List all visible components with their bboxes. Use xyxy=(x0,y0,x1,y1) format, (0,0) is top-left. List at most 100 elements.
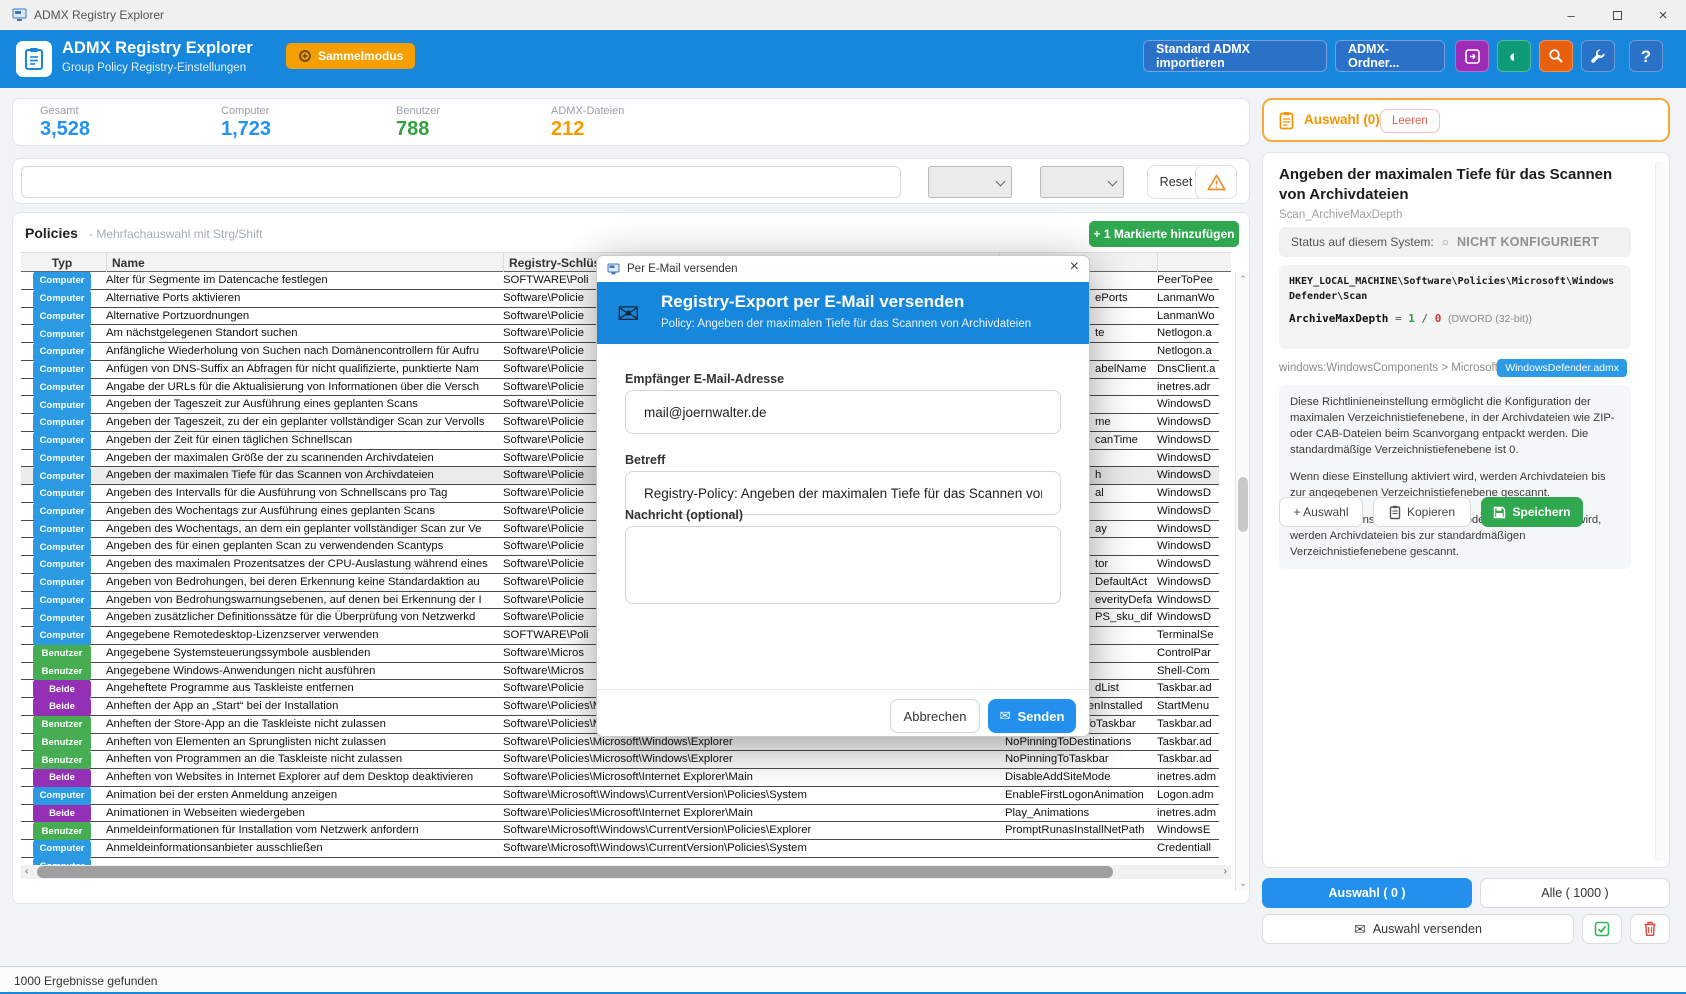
admx-file-cell: Taskbar.ad xyxy=(1157,680,1219,698)
stat-value: 3,528 xyxy=(40,118,90,141)
select-all-checkbox-button[interactable] xyxy=(1582,914,1622,944)
send-button[interactable]: ✉ Senden xyxy=(988,699,1076,733)
defender-button[interactable]: ◐ xyxy=(1497,40,1531,72)
column-header-typ[interactable]: Typ xyxy=(21,253,103,273)
clipboard-icon xyxy=(1279,111,1294,130)
table-row[interactable]: Beide Anheften von Websites in Internet … xyxy=(21,769,1219,787)
policy-name-cell: Alternative Portzuordnungen xyxy=(106,308,504,326)
save-button[interactable]: Speichern xyxy=(1481,497,1583,527)
modal-subtitle: Policy: Angeben der maximalen Tiefe für … xyxy=(661,318,1031,330)
send-selection-button[interactable]: ✉ Auswahl versenden xyxy=(1262,914,1574,944)
policy-name-cell: Angeben des für einen geplanten Scan zu … xyxy=(106,538,504,556)
stat-label: Benutzer xyxy=(396,105,440,117)
help-button[interactable]: ? xyxy=(1629,40,1663,72)
type-badge: Computer xyxy=(33,592,91,610)
policy-name-cell: Angeben der Tageszeit zur Ausführung ein… xyxy=(106,396,504,414)
type-badge: Beide xyxy=(33,805,91,823)
admx-file-cell: Shell-Com xyxy=(1157,663,1219,681)
filter-dropdown-1[interactable] xyxy=(928,166,1012,198)
column-header-admx[interactable] xyxy=(1157,253,1219,273)
selection-tab-button[interactable]: Auswahl ( 0 ) xyxy=(1262,878,1472,908)
add-to-selection-button[interactable]: + Auswahl xyxy=(1279,497,1363,527)
scroll-down-icon[interactable]: ⌄ xyxy=(1236,878,1250,889)
value-name: ArchiveMaxDepth xyxy=(1289,312,1388,325)
cancel-button[interactable]: Abbrechen xyxy=(890,699,980,733)
policy-name-cell: Angeben des maximalen Prozentsatzes der … xyxy=(106,556,504,574)
table-horizontal-scrollbar[interactable]: ‹ › xyxy=(21,865,1231,879)
modal-close-button[interactable]: × xyxy=(1070,258,1079,276)
admx-folder-button[interactable]: ADMX-Ordner... xyxy=(1335,40,1445,72)
policy-type-cell: Benutzer xyxy=(21,663,103,681)
scroll-up-icon[interactable]: ⌃ xyxy=(1236,274,1250,285)
minimize-button[interactable]: – xyxy=(1548,0,1594,30)
registry-key-cell: Software\Policies\Microsoft\Windows\Expl… xyxy=(503,751,995,769)
os-titlebar: ADMX Registry Explorer – × xyxy=(0,0,1686,30)
scroll-right-icon[interactable]: › xyxy=(1224,865,1227,879)
email-modal: Per E-Mail versenden × ✉ Registry-Export… xyxy=(596,255,1090,737)
horizontal-scroll-thumb[interactable] xyxy=(37,866,1113,878)
warning-button[interactable] xyxy=(1195,165,1237,199)
table-row[interactable]: Benutzer Anheften von Programmen an die … xyxy=(21,751,1219,769)
delete-selection-button[interactable] xyxy=(1630,914,1670,944)
admx-file-cell: WindowsD xyxy=(1157,574,1219,592)
all-tab-button[interactable]: Alle ( 1000 ) xyxy=(1480,878,1670,908)
type-badge: Benutzer xyxy=(33,751,91,769)
table-row[interactable]: Computer Animation bei der ersten Anmeld… xyxy=(21,787,1219,805)
table-row[interactable]: Beide Animationen in Webseiten wiedergeb… xyxy=(21,805,1219,823)
results-count: 1000 Ergebnisse gefunden xyxy=(14,974,157,988)
policy-name-cell: Anmeldeinformationen für Installation vo… xyxy=(106,822,504,840)
copy-label: Kopieren xyxy=(1407,505,1455,519)
scan-search-button[interactable] xyxy=(1539,40,1573,72)
type-badge: Computer xyxy=(33,396,91,414)
scroll-left-icon[interactable]: ‹ xyxy=(25,865,28,879)
type-badge: Computer xyxy=(33,290,91,308)
admx-file-badge[interactable]: WindowsDefender.admx xyxy=(1497,359,1627,377)
filter-dropdown-2[interactable] xyxy=(1040,166,1124,198)
envelope-icon: ✉ xyxy=(1000,708,1011,724)
admx-file-cell: Taskbar.ad xyxy=(1157,751,1219,769)
app-window-icon xyxy=(12,8,27,22)
registry-browser-button[interactable] xyxy=(1455,40,1489,72)
type-badge: Computer xyxy=(33,414,91,432)
stat-computer: Computer 1,723 xyxy=(221,105,271,141)
table-row[interactable]: Benutzer Anmeldeinformationen für Instal… xyxy=(21,822,1219,840)
maximize-button[interactable] xyxy=(1594,0,1640,30)
save-label: Speichern xyxy=(1512,505,1570,519)
maximize-icon xyxy=(1613,11,1622,20)
tools-button[interactable] xyxy=(1581,40,1615,72)
table-vertical-scrollbar[interactable]: ⌃ ⌄ xyxy=(1235,272,1249,891)
window-title: ADMX Registry Explorer xyxy=(34,8,164,22)
search-icon xyxy=(1548,48,1564,64)
status-circle-icon: ○ xyxy=(1442,235,1449,249)
type-badge: Computer xyxy=(33,379,91,397)
app-window: ADMX Registry Explorer – × ADMX Registry… xyxy=(0,0,1686,994)
search-input[interactable] xyxy=(21,166,901,198)
table-row-partial[interactable]: Computer xyxy=(21,858,1219,865)
collect-mode-badge[interactable]: Sammelmodus xyxy=(286,43,415,69)
add-marked-button[interactable]: + 1 Markierte hinzufügen xyxy=(1089,221,1239,247)
detail-scrollbar[interactable] xyxy=(1655,161,1665,861)
clear-selection-button[interactable]: Leeren xyxy=(1380,109,1440,133)
vertical-scroll-thumb[interactable] xyxy=(1238,477,1248,532)
policy-type-cell: Computer xyxy=(21,503,103,521)
policy-name-cell: Anmeldeinformationsanbieter ausschließen xyxy=(106,840,504,858)
modal-footer-divider xyxy=(597,689,1089,690)
policy-name-cell: Angeben des Intervalls für die Ausführun… xyxy=(106,485,504,503)
import-standard-admx-button[interactable]: Standard ADMX importieren xyxy=(1143,40,1327,72)
table-row[interactable]: Computer Anmeldeinformationsanbieter aus… xyxy=(21,840,1219,858)
policy-type-cell: Computer xyxy=(21,361,103,379)
close-button[interactable]: × xyxy=(1640,0,1686,30)
type-badge: Computer xyxy=(33,503,91,521)
copy-button[interactable]: Kopieren xyxy=(1373,497,1471,527)
column-header-name[interactable]: Name xyxy=(106,253,503,273)
policy-type-cell: Computer xyxy=(21,414,103,432)
type-badge: Computer xyxy=(33,432,91,450)
value-name-cell: NoPinningToTaskbar xyxy=(999,751,1157,769)
message-textarea[interactable] xyxy=(625,526,1061,604)
value-on: 1 xyxy=(1408,312,1415,325)
admx-file-cell: Netlogon.a xyxy=(1157,325,1219,343)
recipient-input[interactable] xyxy=(625,390,1061,434)
type-badge: Benutzer xyxy=(33,822,91,840)
stat-benutzer: Benutzer 788 xyxy=(396,105,440,141)
type-badge: Computer xyxy=(33,787,91,805)
